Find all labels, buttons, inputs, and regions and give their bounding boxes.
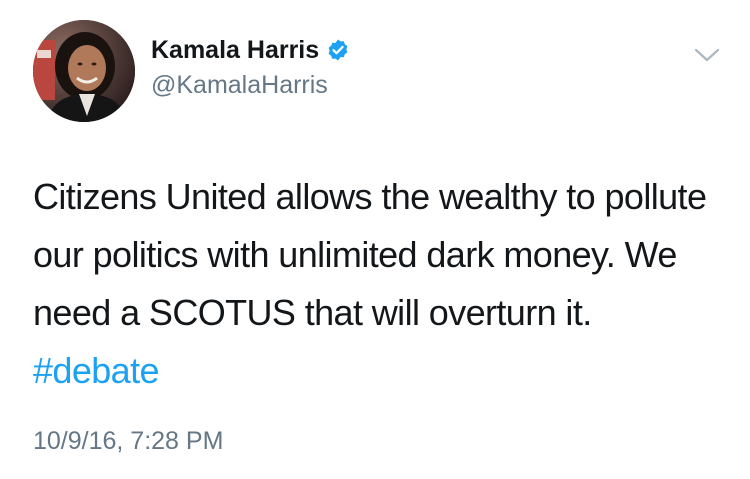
tweet-card: Kamala Harris @KamalaHarris Citizens Uni… [0,0,750,479]
tweet-text: Citizens United allows the wealthy to po… [33,168,723,400]
tweet-body: Citizens United allows the wealthy to po… [33,176,707,333]
author-name-row: Kamala Harris [151,34,350,66]
tweet-timestamp[interactable]: 10/9/16, 7:28 PM [33,427,223,456]
chevron-down-icon[interactable] [692,44,722,66]
user-handle[interactable]: @KamalaHarris [151,71,328,100]
display-name[interactable]: Kamala Harris [151,36,319,65]
hashtag-link[interactable]: #debate [33,350,160,391]
avatar-photo [33,20,135,122]
avatar[interactable] [33,20,135,122]
verified-badge-icon [326,38,350,62]
